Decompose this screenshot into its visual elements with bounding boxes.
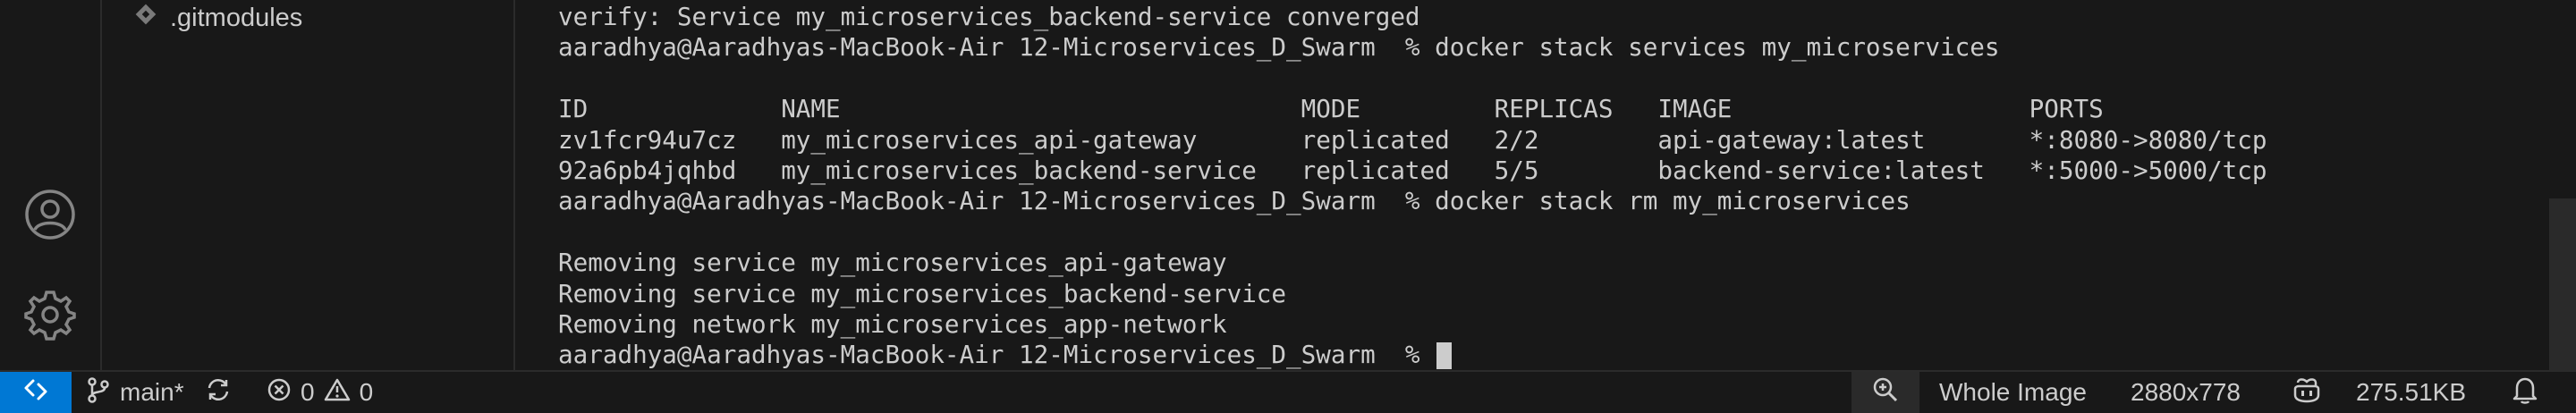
git-branch-icon: [86, 376, 111, 409]
terminal-line: aaradhya@Aaradhyas-MacBook-Air 12-Micros…: [558, 186, 1911, 216]
sync-button[interactable]: [204, 372, 233, 413]
copilot-icon: [2292, 375, 2322, 410]
warning-count: 0: [359, 378, 374, 406]
status-bar: main* 0 0 Whole Image 2880x778 275.51KB: [0, 370, 2576, 413]
copilot-button[interactable]: [2292, 372, 2322, 413]
notifications-button[interactable]: [2512, 372, 2538, 413]
zoom-in-icon: [1871, 375, 1900, 410]
scrollbar-thumb[interactable]: [2549, 198, 2576, 370]
zoom-button[interactable]: [1852, 372, 1919, 413]
branch-status[interactable]: main*: [86, 372, 184, 413]
error-icon: [267, 377, 292, 409]
image-dimensions: 2880x778: [2131, 372, 2241, 413]
accounts-icon[interactable]: [21, 186, 79, 243]
activity-bar: [0, 0, 102, 370]
file-size-label: 275.51KB: [2356, 378, 2466, 406]
remote-button[interactable]: [0, 372, 72, 413]
warning-icon: [324, 377, 351, 409]
explorer-file-gitmodules[interactable]: .gitmodules: [134, 0, 302, 36]
terminal-line: ID NAME MODE REPLICAS IMAGE PORTS: [558, 94, 2104, 124]
terminal-line: Removing service my_microservices_api-ga…: [558, 248, 1227, 278]
explorer-panel: .gitmodules: [102, 0, 515, 370]
terminal-scrollbar[interactable]: [2547, 0, 2576, 370]
image-dimensions-label: 2880x778: [2131, 378, 2241, 406]
terminal-prompt-line[interactable]: aaradhya@Aaradhyas-MacBook-Air 12-Micros…: [558, 340, 2267, 370]
zoom-mode-label: Whole Image: [1939, 378, 2087, 406]
terminal-output: verify: Service my_microservices_backend…: [558, 2, 2267, 370]
gear-icon[interactable]: [21, 286, 79, 343]
terminal-line: aaradhya@Aaradhyas-MacBook-Air 12-Micros…: [558, 32, 2000, 63]
problems-status[interactable]: 0 0: [267, 372, 373, 413]
terminal-panel[interactable]: verify: Service my_microservices_backend…: [515, 0, 2547, 370]
bell-icon: [2512, 375, 2538, 410]
terminal-line: verify: Service my_microservices_backend…: [558, 2, 1420, 31]
terminal-line: 92a6pb4jqhbd my_microservices_backend-se…: [558, 155, 2267, 185]
sync-icon: [204, 376, 233, 409]
terminal-line: Removing network my_microservices_app-ne…: [558, 308, 1227, 339]
terminal-cursor: [1436, 342, 1452, 370]
terminal-line: Removing service my_microservices_backen…: [558, 278, 1287, 308]
file-size: 275.51KB: [2356, 372, 2466, 413]
terminal-prompt: aaradhya@Aaradhyas-MacBook-Air 12-Micros…: [558, 340, 1420, 370]
error-count: 0: [301, 378, 315, 406]
zoom-mode[interactable]: Whole Image: [1939, 372, 2087, 413]
git-diamond-icon: [134, 3, 157, 33]
file-name: .gitmodules: [170, 3, 303, 32]
editor-window: .gitmodules verify: Service my_microserv…: [0, 0, 2576, 413]
branch-name: main*: [120, 378, 184, 406]
terminal-line: zv1fcr94u7cz my_microservices_api-gatewa…: [558, 124, 2267, 155]
remote-icon: [22, 376, 49, 409]
